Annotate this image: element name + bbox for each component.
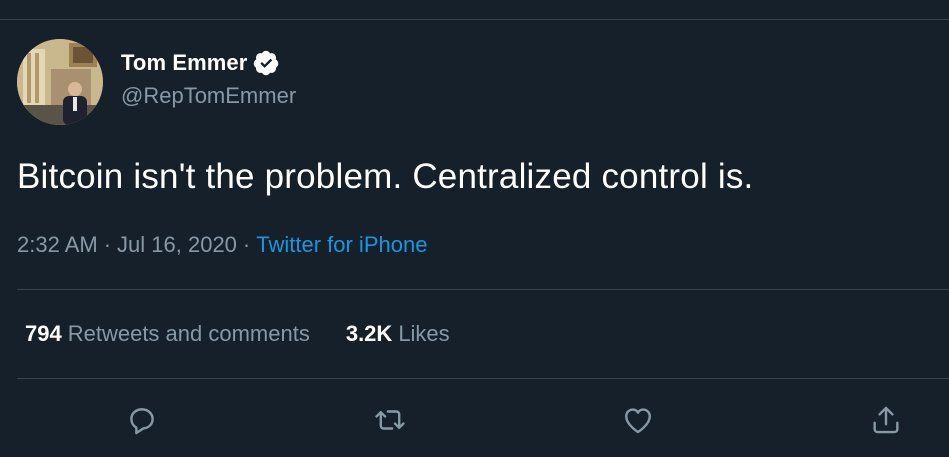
retweets-label: Retweets and comments xyxy=(67,321,310,346)
retweets-stat[interactable]: 794 Retweets and comments xyxy=(25,321,310,347)
retweet-button[interactable] xyxy=(370,400,410,440)
author-display-name[interactable]: Tom Emmer xyxy=(121,50,247,76)
meta-separator: · xyxy=(242,232,251,257)
author-name-row: Tom Emmer xyxy=(121,48,280,78)
reply-button[interactable] xyxy=(122,400,162,440)
tweet-date[interactable]: Jul 16, 2020 xyxy=(117,232,237,257)
reply-icon xyxy=(130,408,154,435)
retweet-icon xyxy=(375,410,405,430)
tweet-actions xyxy=(0,400,949,444)
likes-stat[interactable]: 3.2K Likes xyxy=(346,321,450,347)
avatar[interactable] xyxy=(17,39,103,125)
verified-badge-icon xyxy=(252,49,280,77)
share-icon xyxy=(873,406,899,434)
author-handle[interactable]: @RepTomEmmer xyxy=(121,83,296,109)
top-divider xyxy=(0,19,949,20)
profile-photo-icon xyxy=(17,39,103,125)
stats-divider-bottom xyxy=(17,378,949,379)
tweet-source-link[interactable]: Twitter for iPhone xyxy=(256,232,427,257)
stats-divider-top xyxy=(17,289,949,290)
heart-icon xyxy=(625,408,651,434)
meta-separator: · xyxy=(103,232,112,257)
retweets-count: 794 xyxy=(25,321,62,346)
likes-label: Likes xyxy=(398,321,450,346)
like-button[interactable] xyxy=(618,400,658,440)
tweet-meta: 2:32 AM · Jul 16, 2020 · Twitter for iPhone xyxy=(17,232,427,258)
tweet-time[interactable]: 2:32 AM xyxy=(17,232,98,257)
tweet-stats: 794 Retweets and comments 3.2K Likes xyxy=(25,321,450,347)
share-button[interactable] xyxy=(866,400,906,440)
tweet-text: Bitcoin isn't the problem. Centralized c… xyxy=(17,157,754,196)
likes-count: 3.2K xyxy=(345,321,393,346)
